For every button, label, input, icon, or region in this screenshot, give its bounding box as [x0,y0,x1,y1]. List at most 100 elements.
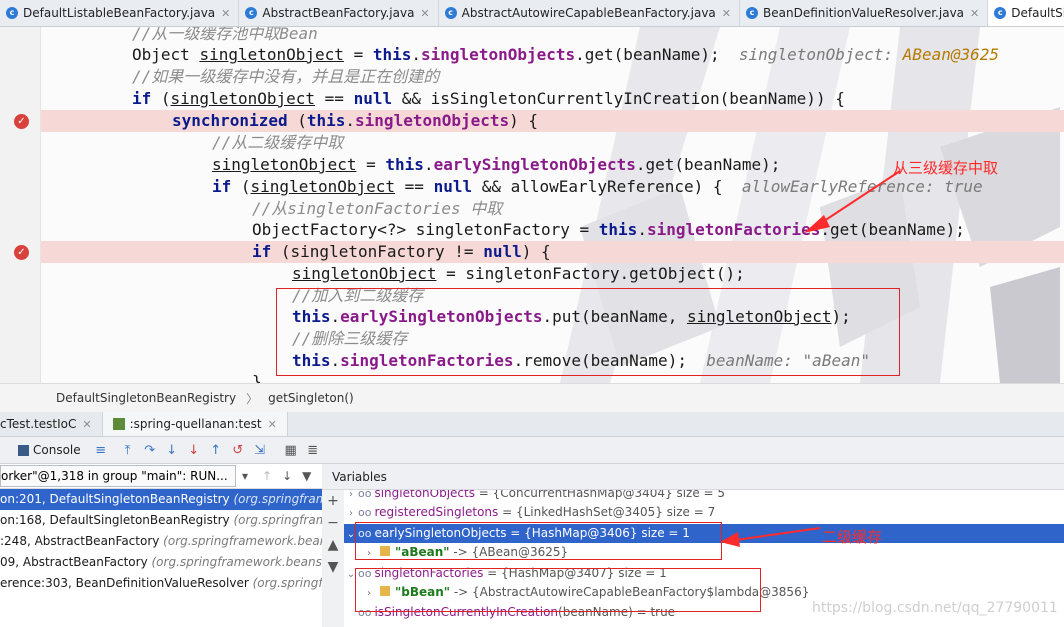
code-keyword: this [306,111,346,130]
close-icon[interactable]: ✕ [722,7,731,20]
frame-text: on:201, DefaultSingletonBeanRegistry [0,492,234,506]
editor-tab-bar: c DefaultListableBeanFactory.java ✕ c Ab… [0,0,1064,27]
stack-frame[interactable]: on:201, DefaultSingletonBeanRegistry (or… [0,489,322,510]
remove-watch-icon[interactable]: − [322,512,344,534]
java-class-icon: c [6,7,18,19]
stack-frame[interactable]: 09, AbstractBeanFactory (org.springframe… [0,552,322,573]
down-icon[interactable]: ↓ [282,469,292,483]
breadcrumb-method[interactable]: getSingleton() [268,391,354,405]
close-icon[interactable]: ✕ [420,7,429,20]
step-into-icon[interactable]: ↓ [164,443,180,458]
tab-abstract-autowire-capable-bean-factory[interactable]: c AbstractAutowireCapableBeanFactory.jav… [439,0,740,26]
filter-icon[interactable]: ▼ [302,469,311,483]
code-field: singletonObjects [421,45,576,64]
expand-icon[interactable]: › [344,490,358,504]
java-class-icon: c [746,7,758,19]
debug-tab-spring-test[interactable]: :spring-quellanan:test ✕ [102,412,288,436]
code-variable: singletonObject [199,45,344,64]
frame-package: (org.springframework.beans.fac [151,555,323,569]
code-token: ObjectFactory<?> singletonFactory = [252,220,599,239]
console-icon[interactable] [18,444,29,456]
evaluate-expression-icon[interactable]: ▦ [283,443,299,458]
code-variable: singletonObject [212,155,357,174]
watermark: https://blog.csdn.net/qq_27790011 [812,600,1058,616]
tab-label: DefaultSingletonBeanRegistry.java [1011,6,1064,20]
code-comment: //如果一级缓存中没有，并且是正在创建的 [132,67,440,86]
debug-session-tabs: cTest.testIoC ✕ :spring-quellanan:test ✕ [0,412,1064,437]
code-token: = singletonFactory.getObject(); [436,264,745,283]
stack-frame[interactable]: on:168, DefaultSingletonBeanRegistry (or… [0,510,322,531]
tab-abstract-bean-factory[interactable]: c AbstractBeanFactory.java ✕ [239,0,439,26]
move-up-icon[interactable]: ▲ [322,534,344,556]
tab-bean-definition-value-resolver[interactable]: c BeanDefinitionValueResolver.java ✕ [740,0,989,26]
move-down-icon[interactable]: ▼ [322,556,344,578]
force-step-into-icon[interactable]: ↓ [186,443,202,458]
tab-default-listable-bean-factory[interactable]: c DefaultListableBeanFactory.java ✕ [0,0,240,26]
close-icon[interactable]: ✕ [82,418,91,431]
code-line: singletonObject = singletonFactory.getOb… [292,263,745,285]
code-field: singletonObjects [355,111,510,130]
frames-panel: orker"@1,318 in group "main": RUN... ▾ ↑… [0,464,323,627]
debug-tab-testioc[interactable]: cTest.testIoC ✕ [0,412,103,436]
code-keyword: this [372,45,412,64]
code-token: ( [151,89,171,108]
thread-row: orker"@1,318 in group "main": RUN... ▾ ↑… [0,464,322,489]
close-icon[interactable]: ✕ [221,7,230,20]
step-out-icon[interactable]: ↑ [208,443,224,458]
stack-frame[interactable]: :248, AbstractBeanFactory (org.springfra… [0,531,322,552]
code-editor[interactable]: ✓ ✓ //从一级缓存池中取Bean Object singletonObjec… [0,27,1064,383]
tab-label: AbstractBeanFactory.java [262,6,415,20]
add-watch-icon[interactable]: + [322,490,344,512]
breakpoint-icon[interactable]: ✓ [14,114,29,129]
editor-gutter[interactable] [0,27,41,383]
expand-icon[interactable]: › [344,504,358,523]
code-token: . [423,155,434,174]
frame-text: 09, AbstractBeanFactory [0,555,152,569]
close-icon[interactable]: ✕ [268,418,277,431]
stack-frame[interactable]: erence:303, BeanDefinitionValueResolver … [0,573,322,594]
code-token: == [315,89,354,108]
field-icon: oo [358,490,372,500]
code-token: ) { [509,111,539,130]
code-keyword: null [483,242,522,261]
breakpoint-icon[interactable]: ✓ [14,245,29,260]
frame-package: (org.springframew [233,492,322,506]
frame-package: (org.springframework.beans [163,534,322,548]
java-class-icon: c [444,7,457,19]
code-token: ) { [521,242,551,261]
close-icon[interactable]: ✕ [970,7,979,20]
variable-value: = {LinkedHashSet@3405} size = 7 [498,505,716,519]
code-token: = [356,155,386,174]
code-line: } [252,371,262,383]
breadcrumb-class[interactable]: DefaultSingletonBeanRegistry [56,391,236,405]
annotation-box [276,288,900,376]
annotation-box [355,568,761,612]
code-token: Object [132,45,200,64]
code-keyword: if [252,242,272,261]
variable-row[interactable]: › oo singletonObjects = {ConcurrentHashMap… [344,490,1064,503]
tab-default-singleton-bean-registry[interactable]: c DefaultSingletonBeanRegistry.java [988,0,1064,26]
step-over-icon[interactable]: ↷ [142,443,158,458]
code-variable: singletonObject [250,177,396,196]
code-token: = [343,45,373,64]
variable-row[interactable]: › oo registeredSingletons = {LinkedHashSet… [344,503,1064,522]
menu-icon[interactable]: ≡ [93,443,109,458]
code-line: if (singletonObject == null && isSinglet… [132,88,845,110]
thread-selector[interactable]: orker"@1,318 in group "main": RUN... [0,465,236,487]
code-line: //从一级缓存池中取Bean [132,27,318,45]
console-tab-label[interactable]: Console [33,443,81,457]
show-execution-point-icon[interactable]: ⤒ [120,443,136,458]
inline-debug-hint: singletonObject: [738,45,903,64]
run-config-icon [112,418,125,430]
debug-toolbar: Console ≡ ⤒ ↷ ↓ ↓ ↑ ↺ ⇲ ▦ ≣ [0,437,1064,464]
code-token: . [411,45,422,64]
code-token: . [637,220,647,239]
up-icon[interactable]: ↑ [262,469,272,483]
code-line: singletonObject = this.earlySingletonObj… [212,154,780,176]
drop-frame-icon[interactable]: ↺ [230,443,246,458]
debug-tab-label: cTest.testIoC [0,417,77,431]
more-options-icon[interactable]: ≣ [305,443,321,458]
dropdown-chevron-icon[interactable]: ▾ [242,469,248,483]
run-to-cursor-icon[interactable]: ⇲ [252,443,268,458]
field-icon: oo [358,506,372,519]
